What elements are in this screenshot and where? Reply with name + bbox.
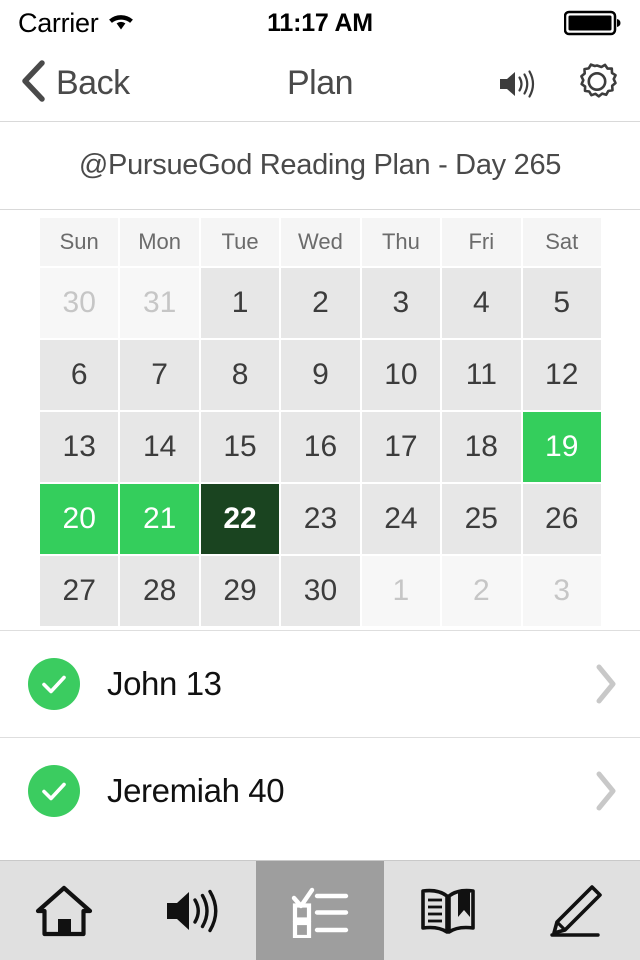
calendar-day-cell[interactable]: 3 — [361, 268, 441, 338]
calendar-day-cell[interactable]: 18 — [442, 412, 521, 482]
list-item-label: John 13 — [107, 665, 222, 702]
calendar-day-cell[interactable]: 23 — [281, 484, 360, 554]
list-item[interactable]: John 13 — [0, 630, 640, 737]
carrier-label: Carrier — [18, 7, 99, 38]
calendar-weekday-sat: Sat — [522, 218, 601, 266]
status-bar-left: Carrier — [18, 8, 135, 39]
calendar-day-cell[interactable]: 31 — [120, 268, 199, 338]
list-item-label: Jeremiah 40 — [107, 772, 285, 809]
calendar-day-cell[interactable]: 2 — [281, 268, 360, 338]
status-bar-right — [564, 10, 622, 36]
calendar-weekday-header: Sun Mon Tue Wed Thu Fri Sat — [40, 218, 601, 266]
calendar-day-cell[interactable]: 13 — [40, 412, 119, 482]
tab-notes[interactable] — [512, 861, 640, 960]
calendar-day-cell[interactable]: 6 — [40, 340, 119, 410]
home-icon — [35, 884, 93, 938]
calendar-weeks: 30 31 1 2 3 4 5 6 7 8 9 10 11 12 13 14 15 16 17 18 19 20 21 22 2… — [40, 268, 601, 626]
calendar-day-cell[interactable]: 27 — [40, 556, 119, 626]
calendar-week-row: 6 7 8 9 10 11 12 — [40, 340, 601, 410]
wifi-icon — [107, 10, 135, 36]
calendar-day-cell[interactable]: 22 — [200, 484, 280, 554]
calendar-day-cell[interactable]: 30 — [281, 556, 360, 626]
tab-bible[interactable] — [384, 861, 512, 960]
calendar-weekday-wed: Wed — [281, 218, 360, 266]
calendar-day-cell[interactable]: 28 — [120, 556, 199, 626]
calendar-day-cell[interactable]: 9 — [281, 340, 360, 410]
calendar-day-cell[interactable]: 3 — [522, 556, 601, 626]
plan-header-title: @PursueGod Reading Plan - Day 265 — [78, 149, 562, 181]
calendar-day-cell[interactable]: 16 — [281, 412, 360, 482]
checklist-icon — [291, 884, 349, 938]
calendar-day-cell[interactable]: 14 — [120, 412, 199, 482]
plan-header: @PursueGod Reading Plan - Day 265 — [0, 122, 640, 210]
calendar-day-cell[interactable]: 20 — [40, 484, 119, 554]
tab-plan[interactable] — [256, 861, 384, 960]
reading-list: John 13 Jeremiah 40 — [0, 630, 640, 860]
calendar-day-cell[interactable]: 5 — [522, 268, 601, 338]
calendar-day-cell[interactable]: 25 — [442, 484, 521, 554]
calendar-weekday-fri: Fri — [442, 218, 521, 266]
calendar-day-cell[interactable]: 7 — [120, 340, 199, 410]
calendar-weekday-tue: Tue — [200, 218, 280, 266]
calendar-day-cell[interactable]: 24 — [361, 484, 441, 554]
calendar-day-cell[interactable]: 30 — [40, 268, 119, 338]
pencil-icon — [548, 884, 604, 938]
tab-bar — [0, 860, 640, 960]
calendar-day-cell[interactable]: 29 — [200, 556, 280, 626]
chevron-left-icon — [20, 60, 46, 107]
list-item[interactable]: Jeremiah 40 — [0, 737, 640, 844]
chevron-right-icon[interactable] — [594, 770, 618, 812]
calendar-week-row: 13 14 15 16 17 18 19 — [40, 412, 601, 482]
calendar-week-row: 30 31 1 2 3 4 5 — [40, 268, 601, 338]
calendar-weekday-sun: Sun — [40, 218, 119, 266]
back-button[interactable]: Back — [20, 60, 130, 107]
calendar-day-cell[interactable]: 26 — [522, 484, 601, 554]
calendar-day-cell[interactable]: 15 — [200, 412, 280, 482]
speaker-icon[interactable] — [496, 67, 540, 101]
app-screen: Carrier 11:17 AM Back Plan @PursueGod Re… — [0, 0, 640, 960]
check-circle-icon[interactable] — [28, 765, 80, 817]
check-circle-icon[interactable] — [28, 658, 80, 710]
calendar-day-cell[interactable]: 4 — [442, 268, 521, 338]
calendar-day-cell[interactable]: 2 — [442, 556, 521, 626]
calendar-day-cell[interactable]: 8 — [200, 340, 280, 410]
speaker-icon — [162, 885, 222, 937]
tab-home[interactable] — [0, 861, 128, 960]
calendar-day-cell[interactable]: 10 — [361, 340, 441, 410]
calendar-day-cell[interactable]: 21 — [120, 484, 199, 554]
calendar-day-cell[interactable]: 11 — [442, 340, 521, 410]
calendar-weekday-thu: Thu — [361, 218, 441, 266]
nav-actions — [496, 61, 620, 107]
calendar-weekday-mon: Mon — [120, 218, 199, 266]
calendar: Sun Mon Tue Wed Thu Fri Sat 30 31 1 2 3 4 5 6 7 8 9 10 11 1… — [0, 210, 640, 630]
calendar-week-row: 27 28 29 30 1 2 3 — [40, 556, 601, 626]
back-button-label: Back — [56, 64, 130, 102]
calendar-day-cell[interactable]: 1 — [200, 268, 280, 338]
calendar-week-row: 20 21 22 23 24 25 26 — [40, 484, 601, 554]
status-bar: Carrier 11:17 AM — [0, 0, 640, 46]
calendar-day-cell[interactable]: 17 — [361, 412, 441, 482]
navigation-bar: Back Plan — [0, 46, 640, 122]
chevron-right-icon[interactable] — [594, 663, 618, 705]
calendar-day-cell[interactable]: 19 — [522, 412, 601, 482]
battery-full-icon — [564, 10, 622, 36]
book-bookmark-icon — [418, 885, 478, 937]
gear-icon[interactable] — [574, 61, 620, 107]
tab-audio[interactable] — [128, 861, 256, 960]
calendar-day-cell[interactable]: 12 — [522, 340, 601, 410]
calendar-day-cell[interactable]: 1 — [361, 556, 441, 626]
